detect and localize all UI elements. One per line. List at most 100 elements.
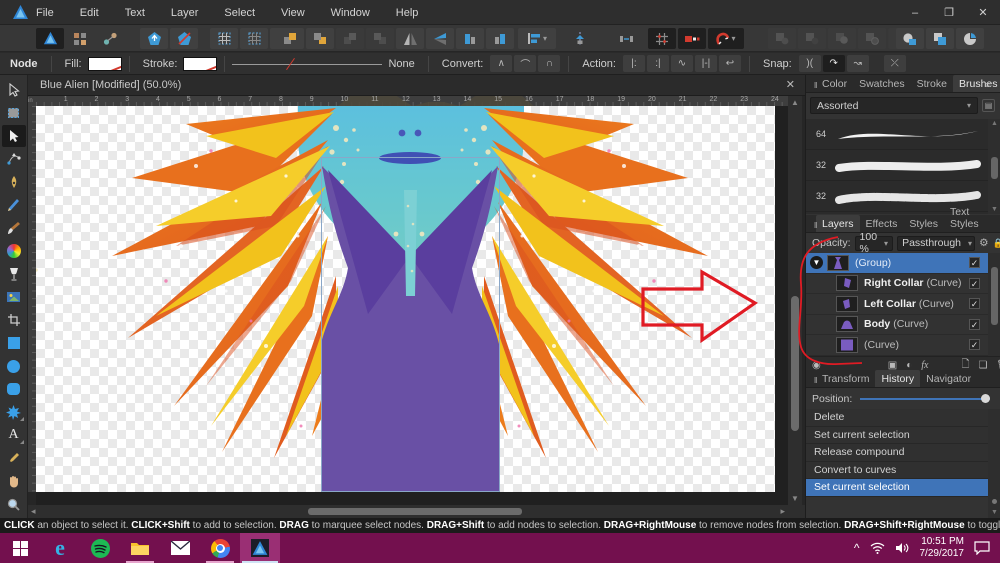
fill-swatch[interactable]	[87, 56, 122, 71]
stroke-swatch[interactable]	[183, 56, 218, 71]
taskbar-chrome-icon[interactable]	[200, 533, 240, 563]
boolean-divide-button[interactable]	[858, 28, 886, 49]
export-persona-button[interactable]	[96, 28, 124, 49]
history-scrollbar[interactable]: ▼	[988, 409, 1000, 518]
blend-options-gear-icon[interactable]: ⚙	[979, 237, 988, 249]
geometry-subtract-button[interactable]	[926, 28, 954, 49]
taskbar-edge-icon[interactable]: e	[40, 533, 80, 563]
action-smooth-curve-button[interactable]: ∿	[670, 55, 693, 72]
action-center-icon[interactable]	[974, 541, 990, 555]
panel-menu-icon[interactable]: ≡	[979, 77, 996, 92]
artwork-blue-alien[interactable]	[36, 106, 775, 492]
place-image-tool[interactable]	[2, 286, 26, 308]
menu-view[interactable]: View	[281, 7, 305, 19]
flip-horizontal-button[interactable]	[396, 28, 424, 49]
menu-select[interactable]: Select	[224, 7, 255, 19]
history-scrollbar-thumb[interactable]	[992, 499, 997, 504]
rotate-cw-button[interactable]	[486, 28, 514, 49]
node-tool[interactable]	[1, 125, 26, 147]
history-item-delete[interactable]: Delete	[806, 409, 988, 427]
expand-collapse-icon[interactable]: ▼	[810, 256, 823, 270]
lock-icon[interactable]: 🔒	[992, 238, 1000, 249]
history-item-release-compound[interactable]: Release compound	[806, 444, 988, 462]
distribute-button[interactable]	[612, 28, 640, 49]
rounded-rectangle-tool[interactable]	[2, 378, 26, 400]
brush-item[interactable]: 32	[806, 150, 988, 181]
vector-brush-tool[interactable]	[2, 217, 26, 239]
flip-vertical-button[interactable]	[426, 28, 454, 49]
star-tool[interactable]	[2, 401, 26, 423]
vector-crop-tool[interactable]	[2, 309, 26, 331]
delete-layer-icon[interactable]: 🗑	[996, 360, 1000, 371]
mask-layer-icon[interactable]: ▣	[888, 360, 897, 371]
taskbar-affinity-designer-icon[interactable]	[240, 533, 280, 563]
layers-scrollbar[interactable]	[988, 253, 1000, 356]
alignment-dropdown-button[interactable]: ▾	[518, 28, 556, 49]
layer-effects-icon[interactable]: fx	[921, 360, 928, 371]
convert-sharp-button[interactable]: ∧	[490, 55, 513, 72]
zoom-tool[interactable]	[2, 493, 26, 515]
brush-category-dropdown[interactable]: Assorted ▾	[810, 97, 978, 114]
tray-chevron-icon[interactable]: ^	[854, 541, 860, 555]
menu-window[interactable]: Window	[331, 7, 370, 19]
convert-smart-button[interactable]: ⌒	[514, 55, 537, 72]
layer-visibility-checkbox[interactable]: ✓	[969, 298, 980, 310]
move-to-front-button[interactable]	[336, 28, 364, 49]
snap-all-handles-button[interactable]: ↝	[846, 55, 869, 72]
discard-fill-button[interactable]	[170, 28, 198, 49]
transparency-tool[interactable]	[2, 263, 26, 285]
document-close-icon[interactable]: ✕	[786, 78, 795, 91]
add-pixel-layer-icon[interactable]: ❏	[979, 360, 988, 371]
history-item-convert-to-curves[interactable]: Convert to curves	[806, 461, 988, 479]
menu-help[interactable]: Help	[396, 7, 419, 19]
grid-transform-2-button[interactable]	[240, 28, 268, 49]
designer-persona-button[interactable]	[36, 28, 64, 49]
point-transform-tool[interactable]	[2, 148, 26, 170]
layers-scrollbar-thumb[interactable]	[991, 267, 998, 325]
restore-button[interactable]: ❐	[932, 0, 966, 25]
adjustment-layer-icon[interactable]: ◐	[906, 360, 912, 371]
taskbar-file-explorer-icon[interactable]	[120, 533, 160, 563]
brush-item[interactable]: 64	[806, 119, 988, 150]
close-button[interactable]: ✕	[966, 0, 1000, 25]
tab-styles[interactable]: Styles	[903, 215, 944, 232]
action-reverse-curves-button[interactable]: ↩	[718, 55, 741, 72]
layer-row-left-collar[interactable]: Left Collar (Curve) ✓	[806, 294, 988, 315]
taskbar-spotify-icon[interactable]	[80, 533, 120, 563]
menu-edit[interactable]: Edit	[80, 7, 99, 19]
history-item-set-selection-1[interactable]: Set current selection	[806, 426, 988, 444]
edit-all-layers-icon[interactable]: ◉	[812, 360, 821, 371]
history-item-set-selection-2[interactable]: Set current selection	[806, 479, 988, 497]
tab-history[interactable]: History	[875, 370, 921, 387]
pen-tool[interactable]	[2, 171, 26, 193]
boolean-intersect-button[interactable]	[828, 28, 856, 49]
layer-visibility-checkbox[interactable]: ✓	[969, 318, 980, 330]
show-grid-button[interactable]	[648, 28, 676, 49]
taskbar-clock[interactable]: 10:51 PM 7/29/2017	[920, 536, 965, 560]
move-to-back-button[interactable]	[366, 28, 394, 49]
layer-row-right-collar[interactable]: Right Collar (Curve) ✓	[806, 273, 988, 294]
opacity-dropdown[interactable]: 100 % ▾	[854, 231, 894, 255]
move-tool[interactable]	[2, 79, 26, 101]
pixel-persona-button[interactable]	[66, 28, 94, 49]
volume-icon[interactable]	[895, 542, 910, 554]
wifi-icon[interactable]	[870, 542, 885, 554]
brush-panel-option-icon[interactable]: ▤	[982, 99, 995, 112]
geometry-add-button[interactable]	[896, 28, 924, 49]
convert-smooth-button[interactable]: ∩	[538, 55, 561, 72]
tab-text-styles[interactable]: Text Styles	[944, 203, 1000, 232]
minimize-button[interactable]: –	[898, 0, 932, 25]
force-pixel-alignment-button[interactable]	[678, 28, 706, 49]
action-close-curve-button[interactable]: :|	[646, 55, 669, 72]
layer-row-body[interactable]: Body (Curve) ✓	[806, 314, 988, 335]
tab-swatches[interactable]: Swatches	[853, 75, 911, 92]
align-center-button[interactable]	[566, 28, 594, 49]
pencil-tool[interactable]	[2, 194, 26, 216]
view-tool[interactable]	[2, 470, 26, 492]
vertical-scrollbar[interactable]: ▲ ▼	[788, 96, 802, 505]
color-picker-tool[interactable]	[2, 447, 26, 469]
stroke-width-slider[interactable]	[232, 56, 383, 72]
document-tab[interactable]: Blue Alien [Modified] (50.0%)	[40, 79, 181, 91]
action-break-curve-button[interactable]: |:	[622, 55, 645, 72]
text-tool[interactable]: A	[2, 424, 26, 446]
